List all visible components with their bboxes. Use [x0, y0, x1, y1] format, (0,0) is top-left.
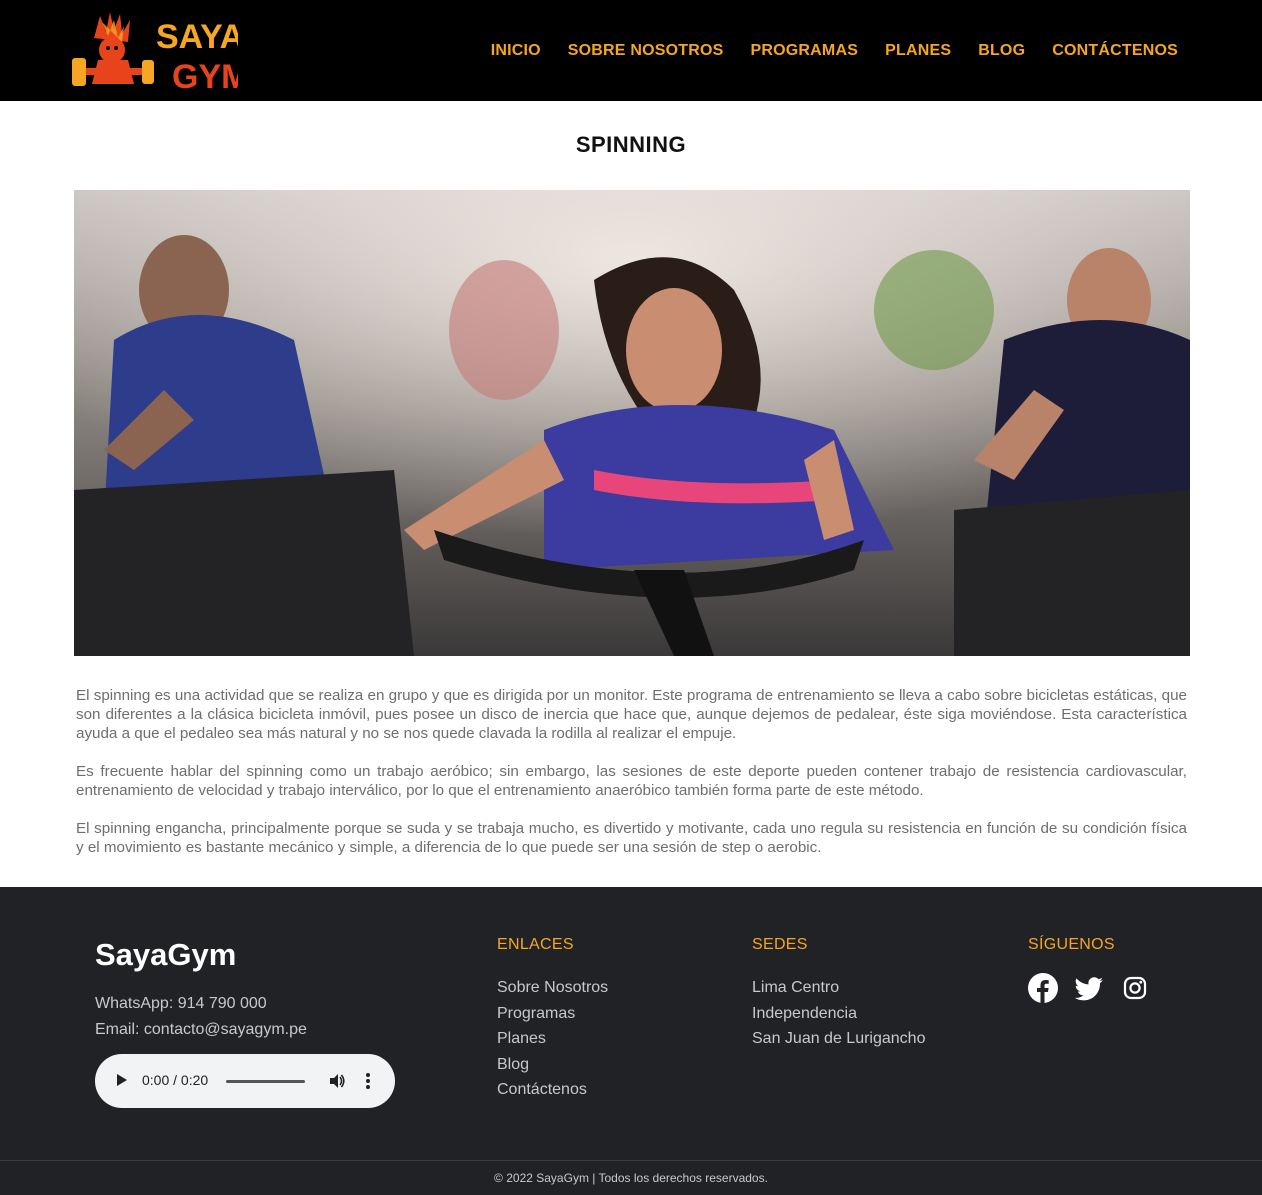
enlaces-heading: ENLACES [497, 936, 574, 953]
nav-sobre-nosotros[interactable]: SOBRE NOSOTROS [568, 42, 724, 60]
paragraph-2: Es frecuente hablar del spinning como un… [76, 763, 1187, 799]
enlaces-list: Sobre Nosotros Programas Planes Blog Con… [497, 975, 608, 1103]
footer-email: Email: contacto@sayagym.pe [95, 1021, 307, 1038]
nav-contactenos[interactable]: CONTÁCTENOS [1052, 42, 1178, 60]
twitter-icon[interactable] [1074, 973, 1104, 1003]
sede-independencia[interactable]: Independencia [752, 1001, 925, 1027]
footer-link-programas[interactable]: Programas [497, 1001, 608, 1027]
footer-link-blog[interactable]: Blog [497, 1052, 608, 1078]
page-title: SPINNING [575, 132, 687, 157]
nav-planes[interactable]: PLANES [885, 42, 951, 60]
footer-brand: SayaGym [95, 937, 237, 972]
nav-inicio[interactable]: INICIO [491, 42, 541, 60]
main-nav: INICIO SOBRE NOSOTROS PROGRAMAS PLANES B… [464, 42, 1178, 60]
footer-whatsapp: WhatsApp: 914 790 000 [95, 995, 267, 1012]
footer-divider [0, 1160, 1262, 1161]
audio-player: 0:00 / 0:20 [95, 1054, 395, 1108]
facebook-icon[interactable] [1028, 973, 1058, 1003]
logo-text-top: SAYA [156, 18, 238, 56]
nav-blog[interactable]: BLOG [978, 42, 1025, 60]
footer-link-planes[interactable]: Planes [497, 1026, 608, 1052]
play-icon[interactable] [117, 1074, 127, 1086]
footer-link-sobre-nosotros[interactable]: Sobre Nosotros [497, 975, 608, 1001]
site-header: SAYA GYM INICIO SOBRE NOSOTROS PROGRAMAS… [0, 0, 1262, 101]
audio-progress-slider[interactable] [226, 1080, 305, 1083]
copyright: © 2022 SayaGym | Todos los derechos rese… [494, 1171, 768, 1185]
spinning-class-photo [74, 190, 1190, 656]
audio-time: 0:00 / 0:20 [142, 1072, 209, 1088]
footer-link-contactenos[interactable]: Contáctenos [497, 1077, 608, 1103]
instagram-icon[interactable] [1120, 973, 1150, 1003]
site-footer: SayaGym WhatsApp: 914 790 000 Email: con… [0, 887, 1262, 1195]
nav-programas[interactable]: PROGRAMAS [751, 42, 859, 60]
paragraph-1: El spinning es una actividad que se real… [76, 687, 1187, 742]
sedes-list: Lima Centro Independencia San Juan de Lu… [752, 975, 925, 1052]
saya-gym-logo[interactable]: SAYA GYM [72, 8, 249, 96]
sedes-heading: SEDES [752, 936, 808, 953]
siguenos-heading: SÍGUENOS [1028, 936, 1115, 953]
paragraph-3: El spinning engancha, principalmente por… [76, 820, 1187, 856]
article-body: El spinning es una actividad que se real… [76, 686, 1187, 876]
logo-text-bottom: GYM [172, 58, 238, 94]
social-links [1028, 973, 1150, 1003]
more-options-icon[interactable] [365, 1072, 371, 1090]
sede-san-juan-de-lurigancho[interactable]: San Juan de Lurigancho [752, 1026, 925, 1052]
volume-icon[interactable] [328, 1072, 346, 1090]
sede-lima-centro[interactable]: Lima Centro [752, 975, 925, 1001]
